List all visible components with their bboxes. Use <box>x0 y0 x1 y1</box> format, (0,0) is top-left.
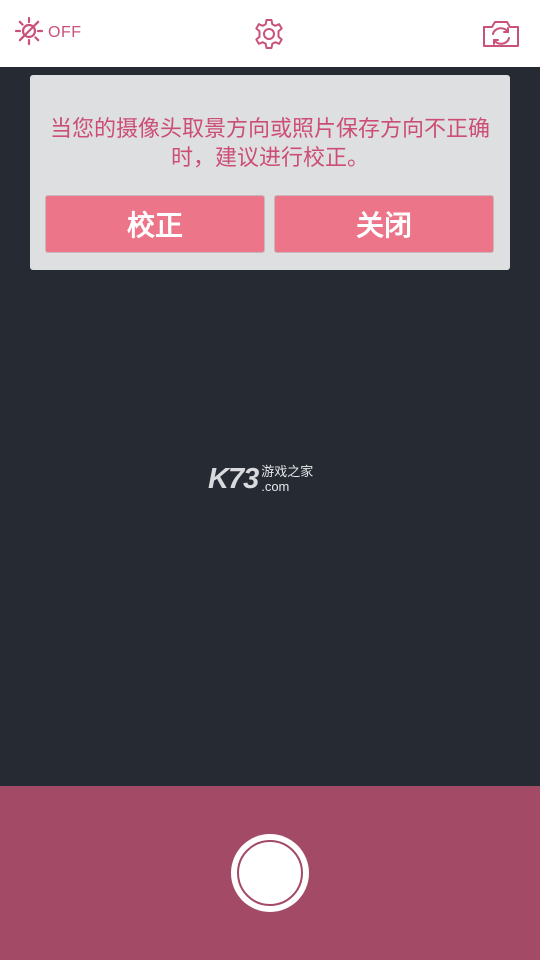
watermark-domain: .com <box>261 478 290 494</box>
shutter-button[interactable] <box>231 834 309 912</box>
close-button[interactable]: 关闭 <box>274 195 494 253</box>
dialog-message: 当您的摄像头取景方向或照片保存方向不正确时，建议进行校正。 <box>50 117 491 171</box>
flash-toggle[interactable]: OFF <box>14 16 82 50</box>
top-toolbar: OFF <box>0 0 540 67</box>
gear-icon <box>252 19 286 55</box>
flash-off-icon <box>14 16 44 50</box>
watermark-brand: K73 <box>208 463 259 495</box>
flash-status-label: OFF <box>48 24 82 41</box>
calibrate-button[interactable]: 校正 <box>45 195 265 253</box>
watermark-subtitle: 游戏之家 <box>261 464 314 480</box>
watermark-text: 游戏之家 .com <box>261 464 314 494</box>
camera-screen: OFF 当您的摄像头取景方向或照片保存方向不正确时，建议进行校正。 校正 关闭 … <box>0 0 540 960</box>
calibration-dialog: 当您的摄像头取景方向或照片保存方向不正确时，建议进行校正。 校正 关闭 <box>30 75 510 270</box>
settings-button[interactable] <box>252 17 286 51</box>
bottom-bar <box>0 786 540 960</box>
shutter-ring <box>237 840 303 906</box>
switch-camera-button[interactable] <box>481 19 521 49</box>
camera-switch-icon <box>481 21 521 53</box>
watermark-logo: K73 游戏之家 .com <box>208 463 313 496</box>
